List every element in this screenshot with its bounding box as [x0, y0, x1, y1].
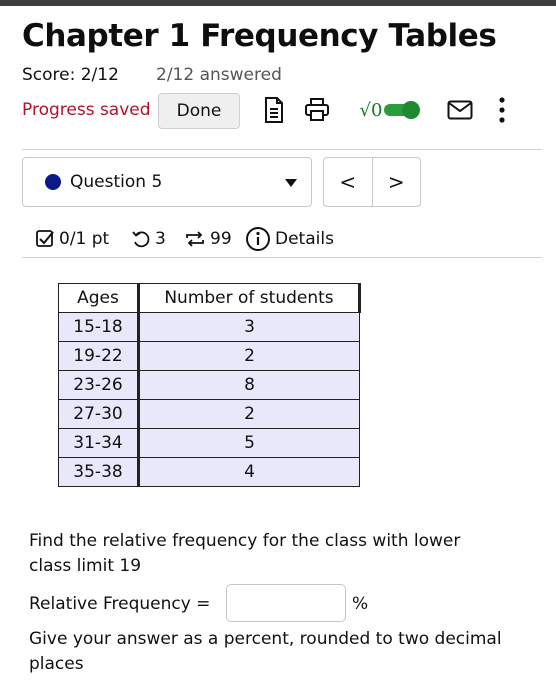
- table-cell-ages: 27-30: [58, 399, 140, 429]
- top-bar: [0, 0, 556, 6]
- table-row: 27-30 2: [58, 399, 360, 429]
- retries-info: 3: [131, 226, 166, 252]
- table-cell-count: 2: [138, 399, 360, 429]
- table-cell-ages: 15-18: [58, 312, 140, 342]
- page-title: Chapter 1 Frequency Tables: [22, 18, 497, 54]
- prompt-line: class limit 19: [29, 556, 142, 576]
- table-cell-count: 4: [138, 457, 360, 487]
- done-button[interactable]: Done: [158, 93, 240, 129]
- document-icon[interactable]: [262, 96, 286, 124]
- table-cell-count: 2: [138, 341, 360, 371]
- more-vertical-icon[interactable]: [494, 96, 510, 124]
- question-label: Question 5: [70, 172, 163, 192]
- caret-down-icon: [285, 179, 297, 187]
- table-row: 35-38 4: [58, 457, 360, 487]
- checkbox-icon: [36, 230, 54, 247]
- score-text: Score: 2/12: [22, 65, 119, 85]
- instruction-line: Give your answer as a percent, rounded t…: [29, 629, 502, 649]
- previous-question-button[interactable]: <: [324, 158, 372, 206]
- table-header-row: Ages Number of students: [58, 283, 361, 313]
- answered-count: 2/12 answered: [156, 65, 282, 85]
- divider: [22, 257, 542, 258]
- table-cell-ages: 23-26: [58, 370, 140, 400]
- question-prompt: Find the relative frequency for the clas…: [29, 529, 460, 579]
- prompt-line: Find the relative frequency for the clas…: [29, 531, 461, 551]
- info-icon: [246, 227, 270, 251]
- percent-unit: %: [352, 594, 369, 614]
- points-text: 0/1 pt: [59, 229, 110, 249]
- undo-icon: [132, 231, 150, 248]
- table-row: 31-34 5: [58, 428, 360, 458]
- question-select[interactable]: Question 5: [22, 157, 312, 207]
- answer-label: Relative Frequency =: [29, 594, 211, 614]
- relative-frequency-input[interactable]: [226, 584, 346, 622]
- attempts-info: 99: [184, 226, 232, 252]
- table-header-ages: Ages: [58, 283, 140, 313]
- instruction-line: places: [29, 654, 84, 674]
- next-question-button[interactable]: >: [371, 158, 421, 206]
- frequency-table: Ages Number of students 15-18 3 19-22 2 …: [58, 283, 361, 487]
- progress-status: Progress saved: [22, 100, 151, 120]
- points-info: 0/1 pt: [35, 226, 109, 252]
- table-cell-ages: 31-34: [58, 428, 140, 458]
- table-cell-count: 5: [138, 428, 360, 458]
- table-header-students: Number of students: [138, 283, 361, 313]
- question-nav: < >: [323, 157, 421, 207]
- table-cell-ages: 19-22: [58, 341, 140, 371]
- table-cell-ages: 35-38: [58, 457, 140, 487]
- table-cell-count: 3: [138, 312, 360, 342]
- divider: [22, 149, 542, 150]
- sqrt-label: √0: [359, 99, 383, 121]
- details-link[interactable]: Details: [245, 226, 334, 252]
- sqrt-toggle-icon[interactable]: √0: [354, 96, 426, 124]
- attempts-count: 99: [210, 229, 232, 249]
- printer-icon[interactable]: [303, 96, 331, 124]
- status-dot-icon: [45, 174, 61, 190]
- toggle-switch: [384, 101, 421, 119]
- table-row: 23-26 8: [58, 370, 360, 400]
- table-row: 19-22 2: [58, 341, 360, 371]
- table-row: 15-18 3: [58, 312, 360, 342]
- retries-count: 3: [155, 229, 166, 249]
- table-cell-count: 8: [138, 370, 360, 400]
- mail-icon[interactable]: [445, 96, 475, 124]
- details-label: Details: [275, 229, 334, 249]
- answer-instructions: Give your answer as a percent, rounded t…: [29, 627, 502, 677]
- repeat-icon: [186, 231, 204, 247]
